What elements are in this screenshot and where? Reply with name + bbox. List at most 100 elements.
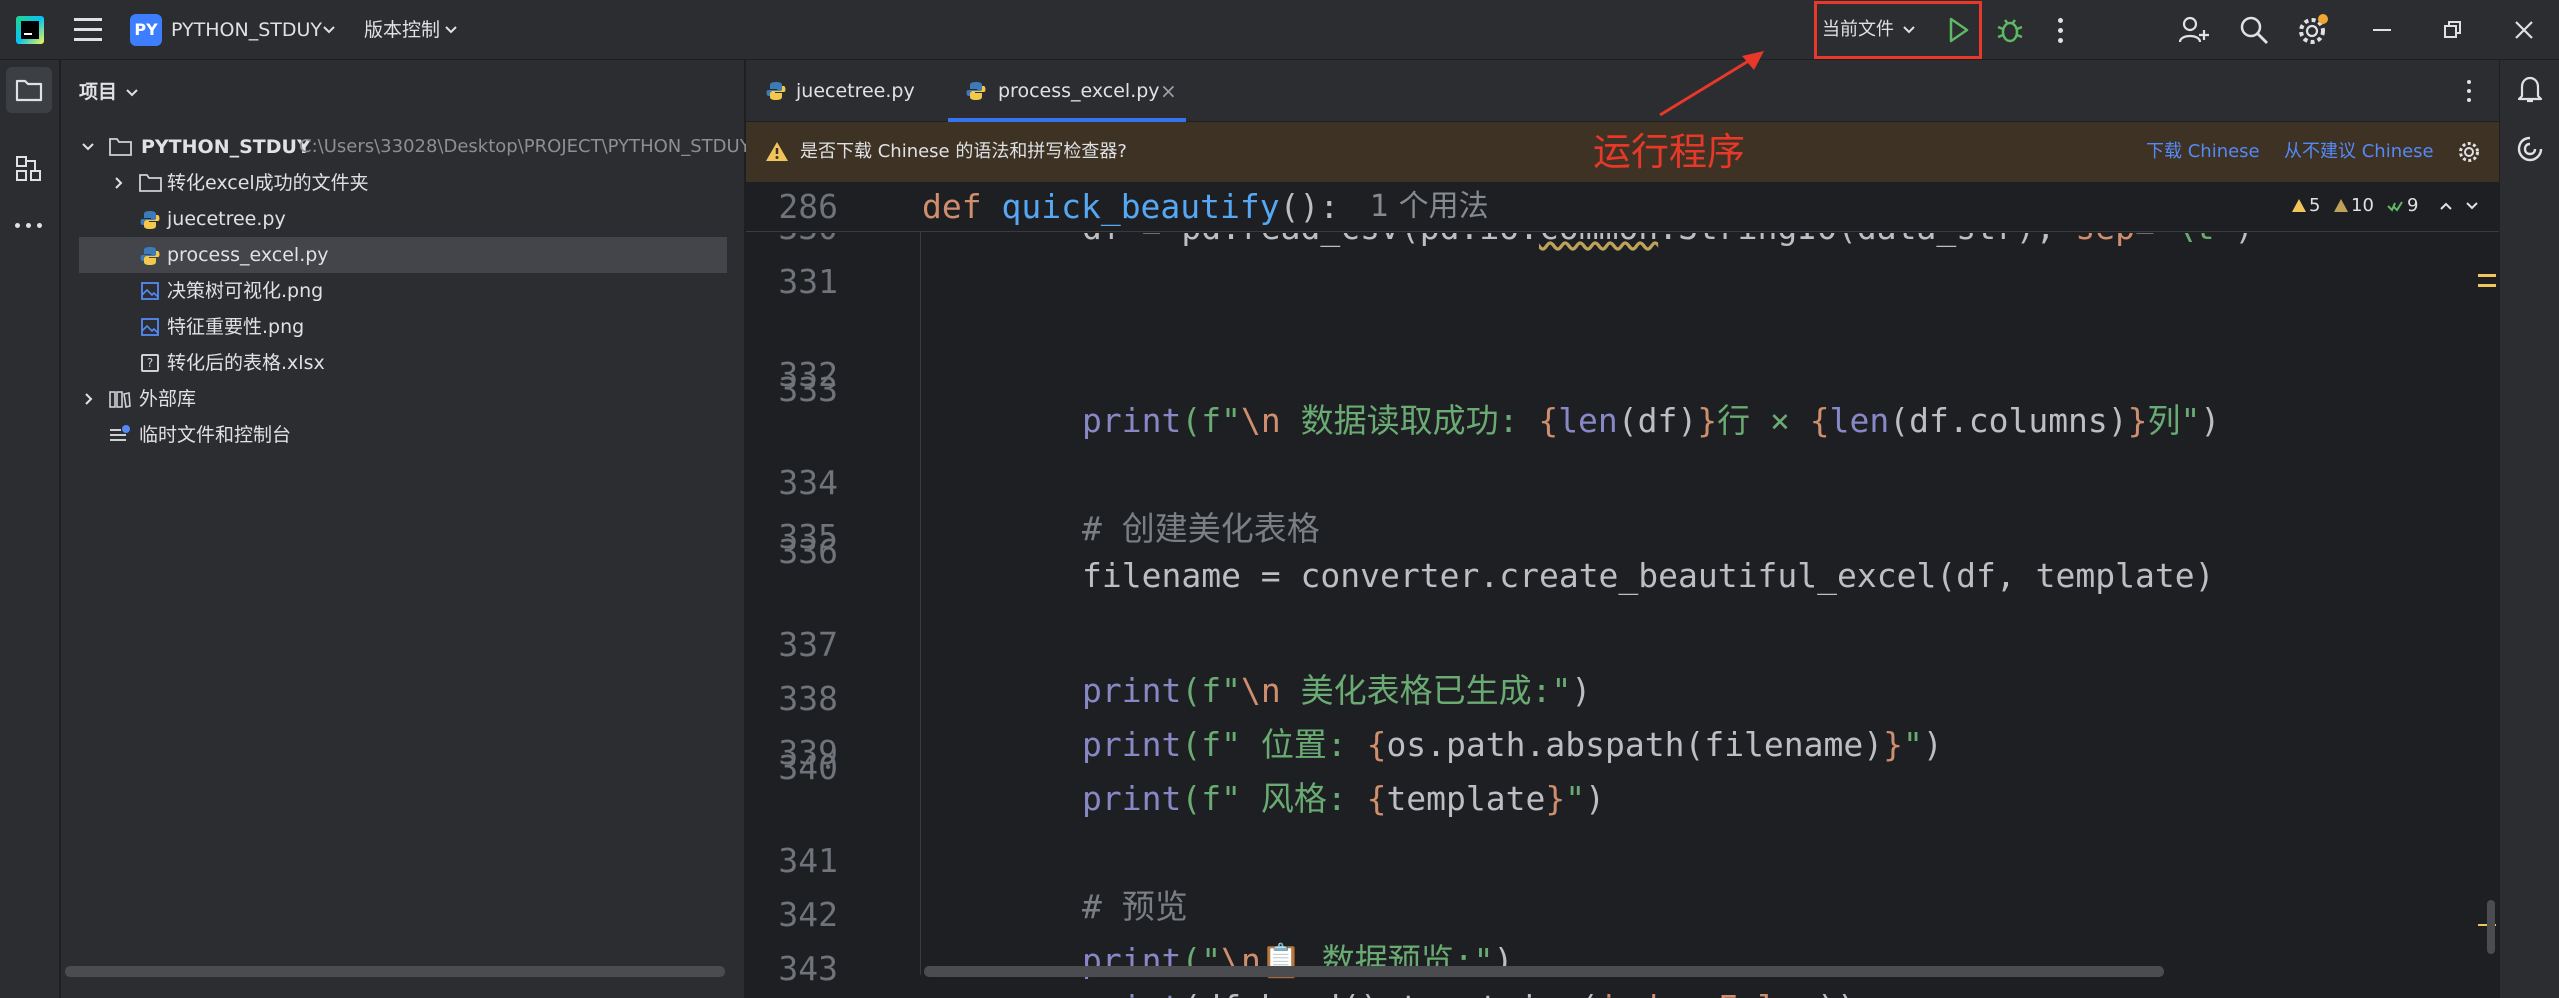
vcs-label: 版本控制 [364, 19, 441, 41]
tree-item-label: juecetree.py [167, 208, 286, 230]
code-text: index [1599, 988, 1698, 998]
warning-icon [766, 142, 788, 161]
code-text: False [1718, 988, 1817, 998]
tabs-more-icon[interactable] [2467, 80, 2473, 104]
add-user-icon[interactable] [2178, 14, 2210, 46]
weak-warnings-count: 10 [2351, 195, 2374, 216]
code-line: 341 # 预览 [746, 802, 2486, 926]
debug-icon[interactable] [1996, 15, 2024, 45]
python-file-icon [140, 247, 160, 265]
code-line: 332 print(f"\n 数据读取成功: {len(df)}行 × {len… [746, 316, 2486, 440]
tree-item-file[interactable]: juecetree.py [61, 201, 745, 237]
project-name: PYTHON_STDUY [171, 19, 323, 41]
usage-hint[interactable]: 1 个用法 [1370, 182, 1489, 232]
scratches-icon [110, 425, 130, 441]
ok-count: 9 [2407, 195, 2419, 216]
banner-settings-icon[interactable] [2457, 140, 2481, 164]
project-tool-button[interactable] [6, 67, 52, 113]
error-stripe-mark [2478, 284, 2496, 287]
project-panel: 项目 PYTHON_STDUY C:\Users\33028\Desktop\P… [61, 60, 751, 998]
chevron-right-icon [85, 393, 93, 405]
project-selector[interactable]: PY PYTHON_STDUY [130, 14, 340, 46]
editor-horizontal-scrollbar[interactable] [924, 966, 2164, 977]
tree-item-file[interactable]: 决策树可视化.png [61, 273, 745, 309]
folder-icon [139, 174, 162, 192]
vertical-scrollbar[interactable] [2487, 900, 2495, 954]
run-config-selector[interactable]: 当前文件 [1822, 14, 1926, 46]
close-window-icon[interactable] [2514, 20, 2534, 40]
function-name: quick_beautify [1001, 187, 1280, 226]
code-line: 334 # 创建美化表格 [746, 424, 2486, 548]
more-tools-icon[interactable] [15, 223, 43, 229]
notifications-icon[interactable] [2517, 74, 2543, 104]
tree-item-label: process_excel.py [167, 244, 329, 266]
check-icon [2387, 201, 2403, 212]
error-stripe-mark [2478, 274, 2496, 277]
chevron-down-icon [126, 89, 138, 97]
tab-label: juecetree.py [796, 80, 915, 102]
tab-close-icon[interactable]: × [1160, 60, 1177, 122]
tree-item-label: 特征重要性.png [167, 316, 305, 338]
settings-icon[interactable] [2296, 14, 2330, 48]
project-horizontal-scrollbar[interactable] [65, 966, 725, 977]
python-file-icon [766, 82, 786, 100]
code-line: 335 filename = converter.create_beautifu… [746, 478, 2486, 595]
chevron-up-icon [2440, 202, 2452, 210]
tree-item-file[interactable]: ? 转化后的表格.xlsx [61, 345, 745, 381]
sticky-header: 286 def quick_beautify(): 1 个用法 [746, 182, 2499, 232]
tree-item-file-selected[interactable]: process_excel.py [79, 237, 727, 273]
run-icon[interactable] [1946, 16, 1970, 44]
search-icon[interactable] [2238, 14, 2270, 46]
code-line: 339 print(f" 风格: {template}") [746, 694, 2486, 818]
main-menu-icon[interactable] [74, 18, 102, 42]
inspection-widget[interactable]: 5 10 9 [2291, 190, 2491, 222]
tree-item-folder[interactable]: 转化excel成功的文件夹 [61, 165, 745, 201]
ai-assistant-icon[interactable] [2516, 135, 2544, 163]
folder-icon [15, 79, 43, 102]
signature-paren: (): [1279, 187, 1340, 226]
tree-item-label: 转化excel成功的文件夹 [167, 172, 369, 194]
tree-external-libs[interactable]: 外部库 [61, 381, 745, 417]
code-editor[interactable]: 286 def quick_beautify(): 1 个用法 5 10 9 3… [746, 182, 2499, 998]
restore-icon[interactable] [2443, 20, 2463, 40]
tree-item-label: 转化后的表格.xlsx [167, 352, 325, 374]
tab-juecetree[interactable]: juecetree.py [764, 60, 954, 122]
warning-icon [2292, 199, 2306, 212]
project-badge: PY [130, 14, 162, 46]
line-number: 336 [778, 532, 838, 571]
image-file-icon [141, 282, 159, 300]
python-file-icon [140, 211, 160, 229]
structure-icon[interactable] [15, 155, 43, 183]
tree-root[interactable]: PYTHON_STDUY C:\Users\33028\Desktop\PROJ… [61, 129, 751, 165]
library-icon [109, 391, 131, 408]
pycharm-logo-icon[interactable] [16, 16, 44, 44]
right-tool-strip [2499, 60, 2559, 998]
tab-label: process_excel.py [998, 80, 1160, 102]
image-file-icon [141, 318, 159, 336]
project-panel-header[interactable]: 项目 [79, 76, 159, 108]
vcs-menu[interactable]: 版本控制 [364, 14, 464, 46]
def-keyword: def [922, 187, 982, 226]
tree-item-file[interactable]: 特征重要性.png [61, 309, 745, 345]
folder-icon [109, 138, 132, 156]
tree-item-label: 决策树可视化.png [167, 280, 324, 302]
warnings-count: 5 [2309, 195, 2321, 216]
notification-banner: 是否下载 Chinese 的语法和拼写检查器? 运行程序 下载 Chinese … [746, 122, 2499, 182]
dismiss-chinese-link[interactable]: 从不建议 Chinese [2284, 122, 2434, 182]
code-text: )) [1817, 988, 1857, 998]
code-line: 337 print(f"\n 美化表格已生成:") [746, 586, 2486, 710]
code-text: print [1082, 988, 1181, 998]
tree-scratches[interactable]: 临时文件和控制台 [61, 417, 745, 453]
code-text: (df.head().to_string( [1181, 988, 1598, 998]
unknown-file-icon: ? [141, 354, 159, 372]
download-chinese-link[interactable]: 下载 Chinese [2146, 122, 2260, 182]
left-tool-strip [0, 60, 60, 998]
more-actions-icon[interactable] [2058, 18, 2064, 44]
tab-process-excel[interactable]: process_excel.py × [946, 60, 1186, 122]
title-bar: PY PYTHON_STDUY 版本控制 当前文件 [0, 0, 2559, 60]
code-line: 338 print(f" 位置: {os.path.abspath(filena… [746, 640, 2486, 764]
minimize-icon[interactable] [2373, 29, 2391, 31]
annotation-arrow-icon [1659, 51, 1764, 117]
line-number: 333 [778, 370, 838, 409]
weak-warning-icon [2334, 199, 2348, 212]
